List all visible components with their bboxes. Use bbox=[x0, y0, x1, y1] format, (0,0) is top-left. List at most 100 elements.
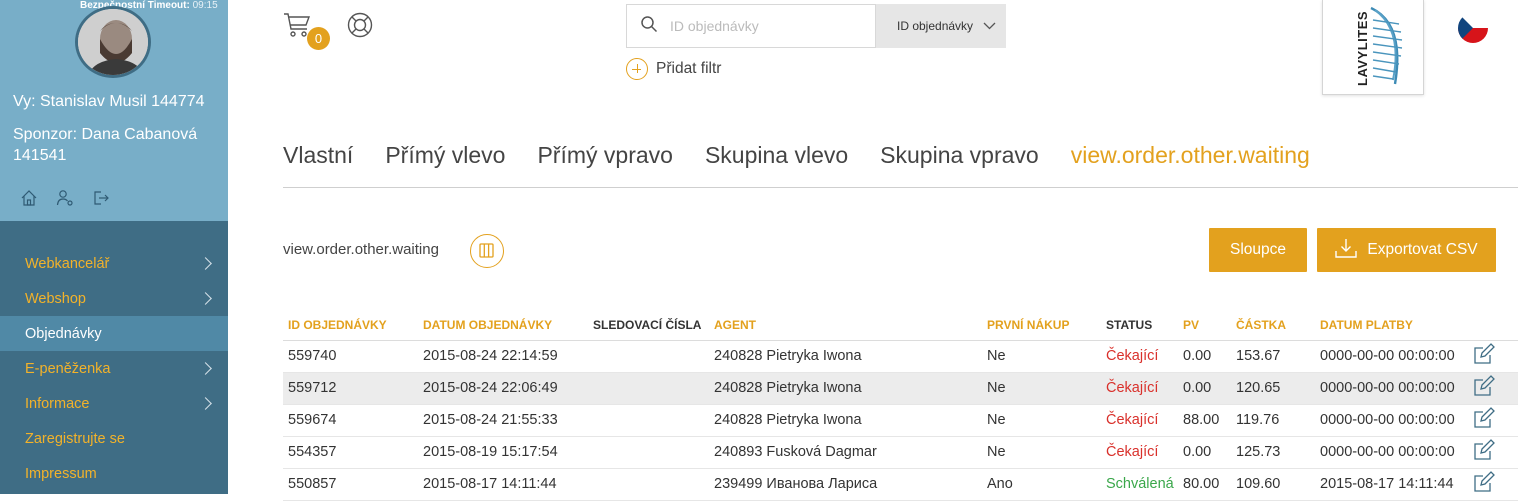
nav-item-informace[interactable]: Informace bbox=[0, 386, 228, 421]
cell-payment-date: 0000-00-00 00:00:00 bbox=[1315, 436, 1468, 469]
home-icon[interactable] bbox=[20, 189, 38, 207]
cell-amount: 120.65 bbox=[1231, 372, 1315, 405]
nav-label: Webshop bbox=[25, 290, 86, 307]
cell-first-purchase: Ne bbox=[982, 372, 1101, 405]
cell-agent: 240828 Pietryka Iwona bbox=[709, 404, 982, 437]
tab-skupina-vlevo[interactable]: Skupina vlevo bbox=[705, 142, 848, 187]
order-search: ID objednávky bbox=[626, 4, 1006, 48]
cell-amount: 153.67 bbox=[1231, 340, 1315, 373]
table-header-row: ID OBJEDNÁVKY DATUM OBJEDNÁVKY SLEDOVACÍ… bbox=[283, 310, 1518, 341]
tab-other-waiting[interactable]: view.order.other.waiting bbox=[1071, 142, 1310, 187]
nav-item-zaregistrujte-se[interactable]: Zaregistrujte se bbox=[0, 421, 228, 456]
nav-label: Zaregistrujte se bbox=[25, 430, 125, 447]
col-header-actions bbox=[1468, 310, 1518, 341]
tab-primy-vpravo[interactable]: Přímý vpravo bbox=[537, 142, 672, 187]
nav-item-objednavky[interactable]: Objednávky bbox=[0, 316, 228, 351]
nav-item-webshop[interactable]: Webshop bbox=[0, 281, 228, 316]
edit-cell bbox=[1468, 340, 1518, 373]
edit-cell bbox=[1468, 436, 1518, 469]
nav-label: Informace bbox=[25, 395, 90, 412]
user-settings-icon[interactable] bbox=[56, 189, 74, 207]
cell-payment-date: 0000-00-00 00:00:00 bbox=[1315, 340, 1468, 373]
cell-status: Schválená bbox=[1101, 468, 1178, 501]
col-header-status: STATUS bbox=[1101, 310, 1178, 341]
cell-amount: 109.60 bbox=[1231, 468, 1315, 501]
search-icon bbox=[640, 15, 658, 38]
col-header-order-date[interactable]: DATUM OBJEDNÁVKY bbox=[418, 310, 588, 341]
cell-first-purchase: Ano bbox=[982, 468, 1101, 501]
export-csv-button[interactable]: Exportovat CSV bbox=[1317, 228, 1496, 272]
cell-amount: 125.73 bbox=[1231, 436, 1315, 469]
col-header-amount[interactable]: ČÁSTKA bbox=[1231, 310, 1315, 341]
table-row[interactable]: 559712 2015-08-24 22:06:49 240828 Pietry… bbox=[283, 372, 1518, 405]
chevron-right-icon bbox=[199, 362, 212, 375]
cell-first-purchase: Ne bbox=[982, 404, 1101, 437]
nav-label: Objednávky bbox=[25, 325, 102, 342]
nav-item-impressum[interactable]: Impressum bbox=[0, 456, 228, 491]
col-header-pv[interactable]: PV bbox=[1178, 310, 1231, 341]
search-field[interactable] bbox=[626, 4, 876, 48]
table-row[interactable]: 559674 2015-08-24 21:55:33 240828 Pietry… bbox=[283, 404, 1518, 437]
tab-skupina-vpravo[interactable]: Skupina vpravo bbox=[880, 142, 1039, 187]
chevron-right-icon bbox=[199, 292, 212, 305]
edit-icon[interactable] bbox=[1473, 343, 1495, 369]
cell-order-id: 559674 bbox=[283, 404, 418, 437]
search-field-select[interactable]: ID objednávky bbox=[876, 4, 1006, 48]
cell-order-id: 554357 bbox=[283, 436, 418, 469]
edit-cell bbox=[1468, 372, 1518, 405]
cell-pv: 88.00 bbox=[1178, 404, 1231, 437]
tab-vlastni[interactable]: Vlastní bbox=[283, 142, 353, 187]
edit-icon[interactable] bbox=[1473, 439, 1495, 465]
nav-item-webkancelar[interactable]: Webkancelář bbox=[0, 246, 228, 281]
cell-order-date: 2015-08-24 21:55:33 bbox=[418, 404, 588, 437]
avatar[interactable] bbox=[75, 6, 151, 78]
edit-icon[interactable] bbox=[1473, 407, 1495, 433]
plus-circle-icon bbox=[626, 58, 648, 80]
sidebar: Bezpečnostní Timeout: 09:15 Vy: Stanisla… bbox=[0, 0, 228, 494]
edit-icon[interactable] bbox=[1473, 471, 1495, 497]
orders-table: ID OBJEDNÁVKY DATUM OBJEDNÁVKY SLEDOVACÍ… bbox=[283, 310, 1518, 501]
table-row[interactable]: 559740 2015-08-24 22:14:59 240828 Pietry… bbox=[283, 340, 1518, 373]
cell-first-purchase: Ne bbox=[982, 436, 1101, 469]
cell-payment-date: 0000-00-00 00:00:00 bbox=[1315, 372, 1468, 405]
table-row[interactable]: 554357 2015-08-19 15:17:54 240893 Fuskov… bbox=[283, 436, 1518, 469]
czech-flag-icon[interactable] bbox=[1458, 13, 1488, 43]
add-filter-button[interactable]: Přidat filtr bbox=[626, 58, 721, 80]
cell-tracking bbox=[588, 404, 709, 437]
chevron-down-icon bbox=[983, 19, 996, 33]
col-header-agent[interactable]: AGENT bbox=[709, 310, 982, 341]
search-field-select-value: ID objednávky bbox=[897, 19, 974, 33]
table-row[interactable]: 550857 2015-08-17 14:11:44 239499 Иванов… bbox=[283, 468, 1518, 501]
cell-order-date: 2015-08-24 22:06:49 bbox=[418, 372, 588, 405]
nav-label: E-peněženka bbox=[25, 360, 111, 377]
tab-primy-vlevo[interactable]: Přímý vlevo bbox=[385, 142, 505, 187]
cell-pv: 0.00 bbox=[1178, 372, 1231, 405]
search-input[interactable] bbox=[670, 18, 860, 34]
columns-toggle-icon[interactable] bbox=[470, 234, 504, 268]
user-panel: Bezpečnostní Timeout: 09:15 Vy: Stanisla… bbox=[0, 0, 228, 221]
cell-tracking bbox=[588, 468, 709, 501]
cell-amount: 119.76 bbox=[1231, 404, 1315, 437]
cell-agent: 239499 Иванова Лариса bbox=[709, 468, 982, 501]
help-icon[interactable] bbox=[347, 12, 373, 38]
nav-item-e-penezenka[interactable]: E-peněženka bbox=[0, 351, 228, 386]
user-actions bbox=[20, 189, 110, 207]
col-header-first-purchase[interactable]: PRVNÍ NÁKUP bbox=[982, 310, 1101, 341]
logo-text: LAVYLITES bbox=[1355, 11, 1370, 86]
nav-label: Webkancelář bbox=[25, 255, 110, 272]
cell-status: Čekající bbox=[1101, 372, 1178, 405]
timeout-value: 09:15 bbox=[192, 0, 218, 11]
cell-tracking bbox=[588, 340, 709, 373]
col-header-payment-date[interactable]: DATUM PLATBY bbox=[1315, 310, 1468, 341]
section-title: view.order.other.waiting bbox=[283, 241, 439, 258]
cell-order-date: 2015-08-17 14:11:44 bbox=[418, 468, 588, 501]
cart-count-badge[interactable]: 0 bbox=[307, 27, 330, 50]
logout-icon[interactable] bbox=[92, 189, 110, 207]
cell-order-date: 2015-08-19 15:17:54 bbox=[418, 436, 588, 469]
cell-agent: 240828 Pietryka Iwona bbox=[709, 340, 982, 373]
nav-label: Impressum bbox=[25, 465, 97, 482]
edit-icon[interactable] bbox=[1473, 375, 1495, 401]
lavylites-logo[interactable]: LAVYLITES bbox=[1322, 0, 1424, 95]
columns-button[interactable]: Sloupce bbox=[1209, 228, 1307, 272]
col-header-order-id[interactable]: ID OBJEDNÁVKY bbox=[283, 310, 418, 341]
